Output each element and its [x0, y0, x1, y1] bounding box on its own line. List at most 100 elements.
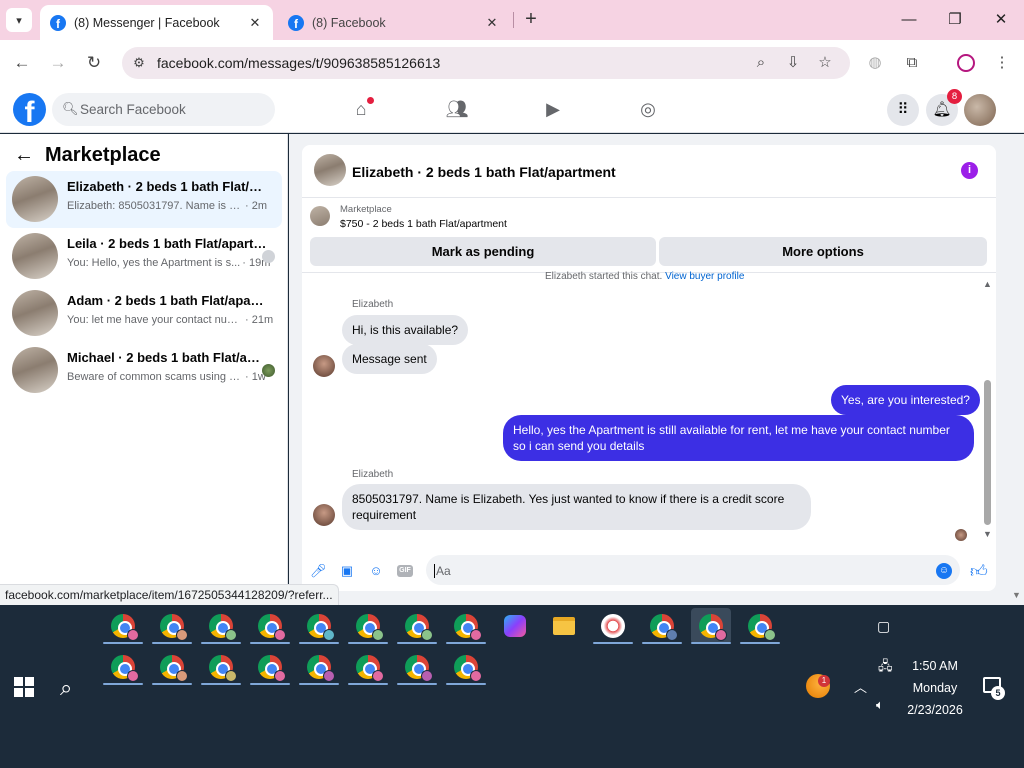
extensions-icon[interactable]: ⧉ — [901, 52, 923, 74]
info-icon[interactable]: i — [961, 162, 978, 179]
url-text: facebook.com/messages/t/909638585126613 — [157, 55, 441, 71]
listing-thumbnail[interactable] — [314, 154, 346, 186]
listing-summary[interactable]: Marketplace $750 - 2 beds 1 bath Flat/ap… — [310, 203, 988, 233]
chrome-profile-app[interactable] — [152, 608, 192, 644]
address-bar[interactable]: ⚙ facebook.com/messages/t/90963858512661… — [122, 47, 850, 79]
chrome-profile-app[interactable] — [299, 608, 339, 644]
back-button[interactable]: ← — [9, 50, 35, 76]
chrome-menu-icon[interactable]: ⋮ — [991, 52, 1013, 74]
restore-button[interactable]: ❐ — [942, 8, 968, 32]
close-window-button[interactable]: ✕ — [988, 8, 1014, 32]
tab-close-icon[interactable]: ✕ — [484, 15, 500, 31]
chrome-profile-app[interactable] — [250, 649, 290, 685]
friends-icon[interactable]: 👥︎ — [444, 96, 470, 122]
account-avatar[interactable] — [964, 94, 996, 126]
snipping-tool-icon — [601, 614, 625, 638]
tab-facebook[interactable]: f (8) Facebook ✕ — [278, 5, 510, 40]
chat-scrollbar[interactable] — [984, 380, 991, 525]
facebook-header: f 🔍︎ Search Facebook ⌂ 👥︎ ▶ ◎ ⠿ 🔔︎ 8 — [0, 86, 1024, 133]
chrome-profile-app[interactable] — [152, 649, 192, 685]
photo-icon[interactable]: ▣ — [339, 563, 355, 579]
search-icon: 🔍︎ — [62, 101, 79, 116]
action-center-badge: 5 — [991, 686, 1005, 700]
install-app-icon[interactable]: ⇩ — [783, 53, 803, 73]
tab-title: (8) Messenger | Facebook — [74, 15, 220, 30]
chrome-icon — [650, 614, 678, 641]
chrome-profile-app[interactable] — [397, 608, 437, 644]
conversation-item-adam[interactable]: Adam · 2 beds 1 bath Flat/apartme... You… — [6, 285, 282, 342]
tab-search-button[interactable]: ▾ — [6, 8, 32, 32]
chrome-profile-app[interactable] — [348, 649, 388, 685]
chrome-profile-app[interactable] — [348, 608, 388, 644]
mark-as-pending-button[interactable]: Mark as pending — [310, 237, 656, 266]
home-notification-dot — [367, 97, 374, 104]
new-tab-button[interactable]: + — [520, 8, 542, 32]
tab-close-icon[interactable]: ✕ — [247, 15, 263, 31]
site-info-icon[interactable]: ⚙ — [130, 54, 148, 72]
copilot-icon — [504, 615, 526, 637]
file-explorer-app[interactable] — [544, 608, 584, 644]
minimize-button[interactable]: — — [896, 8, 922, 32]
tab-messenger[interactable]: f (8) Messenger | Facebook ✕ — [40, 5, 273, 40]
snipping-tool-app[interactable] — [593, 608, 633, 644]
thumbs-up-icon[interactable]: 👍︎ — [970, 561, 988, 582]
conversation-time: · 2m — [245, 200, 267, 212]
conversation-item-michael[interactable]: Michael · 2 beds 1 bath Flat/apa... Bewa… — [6, 342, 282, 399]
clock-day: Monday — [912, 681, 958, 695]
show-hidden-icons-chevron-icon[interactable]: ︿ — [854, 677, 867, 696]
chrome-icon — [209, 614, 237, 641]
forward-button[interactable]: → — [45, 50, 71, 76]
system-clock[interactable]: 1:50 AM Monday 2/23/2026 — [880, 655, 990, 721]
chrome-profile-app[interactable] — [201, 608, 241, 644]
search-icon[interactable]: ⌕ — [60, 675, 72, 701]
sender-avatar[interactable] — [313, 504, 335, 526]
bookmark-star-icon[interactable]: ☆ — [815, 53, 835, 73]
view-buyer-profile-link[interactable]: View buyer profile — [665, 271, 744, 282]
start-button[interactable] — [14, 677, 34, 697]
listing-thumbnail — [310, 206, 330, 226]
reload-button[interactable]: ↻ — [81, 50, 107, 76]
chrome-profile-app[interactable] — [740, 608, 780, 644]
gif-icon[interactable]: GIF — [397, 565, 413, 577]
sticker-icon[interactable]: ☺ — [368, 563, 384, 579]
zoom-icon[interactable]: ⌕ — [751, 53, 771, 73]
facebook-search-input[interactable]: 🔍︎ Search Facebook — [52, 93, 275, 126]
chrome-profile-app[interactable] — [103, 608, 143, 644]
translate-icon[interactable]: ◍ — [864, 52, 886, 74]
conversation-snippet: You: Hello, yes the Apartment is s... — [67, 257, 241, 269]
chrome-icon — [699, 614, 727, 641]
emoji-icon[interactable]: ☺ — [936, 563, 952, 579]
conversation-item-elizabeth[interactable]: Elizabeth · 2 beds 1 bath Flat/apart... … — [6, 171, 282, 228]
menu-grid-icon[interactable]: ⠿ — [887, 94, 919, 126]
clock-date: 2/23/2026 — [907, 703, 963, 717]
groups-icon[interactable]: ◎ — [635, 96, 661, 122]
scroll-up-arrow-icon[interactable]: ▲ — [983, 279, 992, 289]
back-arrow-icon[interactable]: ← — [14, 144, 36, 167]
meet-now-icon[interactable]: ▢ — [877, 618, 890, 635]
link-status-bar: facebook.com/marketplace/item/1672505344… — [0, 584, 339, 605]
chrome-profile-app[interactable] — [397, 649, 437, 685]
message-bubble-incoming: 8505031797. Name is Elizabeth. Yes just … — [342, 484, 811, 530]
chat-title[interactable]: Elizabeth · 2 beds 1 bath Flat/apartment — [352, 164, 616, 180]
message-input[interactable]: Aa — [426, 555, 960, 585]
profile-icon[interactable] — [957, 54, 975, 72]
chrome-icon — [307, 655, 335, 682]
chrome-profile-app[interactable] — [299, 649, 339, 685]
chrome-profile-app[interactable] — [642, 608, 682, 644]
more-options-button[interactable]: More options — [659, 237, 987, 266]
copilot-app[interactable] — [495, 608, 535, 644]
chrome-profile-app[interactable] — [446, 649, 486, 685]
conversation-item-leila[interactable]: Leila · 2 beds 1 bath Flat/apartm... You… — [6, 228, 282, 285]
chrome-profile-app[interactable] — [446, 608, 486, 644]
search-placeholder: Search Facebook — [80, 102, 186, 117]
facebook-logo-icon[interactable]: f — [13, 93, 46, 126]
chrome-profile-app[interactable] — [250, 608, 290, 644]
page-scroll-down-icon[interactable]: ▼ — [1012, 590, 1021, 600]
chrome-active-app[interactable] — [691, 608, 731, 644]
chrome-profile-app[interactable] — [103, 649, 143, 685]
microphone-icon[interactable]: 🎤︎ — [310, 563, 327, 579]
sender-avatar[interactable] — [313, 355, 335, 377]
chrome-profile-app[interactable] — [201, 649, 241, 685]
scroll-down-arrow-icon[interactable]: ▼ — [983, 529, 992, 539]
video-icon[interactable]: ▶ — [540, 96, 566, 122]
